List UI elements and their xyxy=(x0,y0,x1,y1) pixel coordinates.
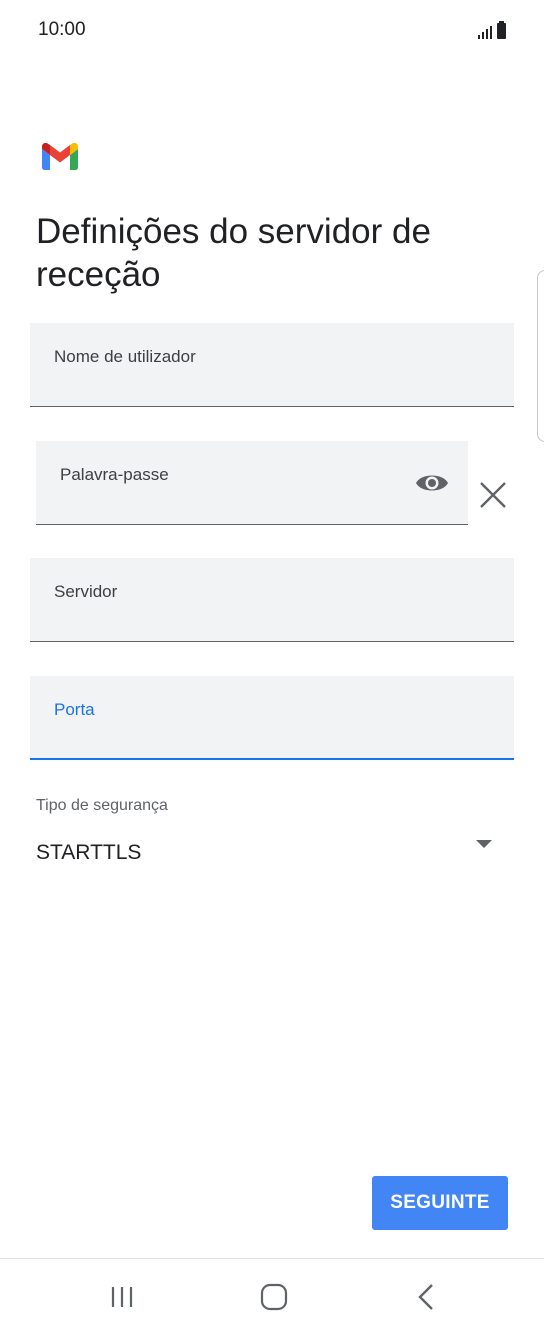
home-icon[interactable] xyxy=(260,1283,288,1311)
navigation-bar xyxy=(0,1258,544,1330)
recents-icon[interactable] xyxy=(110,1286,134,1308)
port-input[interactable] xyxy=(54,724,454,750)
password-label: Palavra-passe xyxy=(60,465,169,484)
status-time: 10:00 xyxy=(38,19,86,40)
password-input[interactable] xyxy=(60,490,408,516)
page-title: Definições do servidor de receção xyxy=(36,212,431,294)
security-type-label: Tipo de segurança xyxy=(36,797,168,814)
username-label: Nome de utilizador xyxy=(54,347,196,366)
username-field[interactable]: Nome de utilizador xyxy=(30,323,514,407)
server-label: Servidor xyxy=(54,582,118,601)
port-label: Porta xyxy=(54,700,95,719)
gmail-logo xyxy=(42,143,78,170)
status-icons xyxy=(478,21,506,39)
server-field[interactable]: Servidor xyxy=(30,558,514,642)
security-type-dropdown[interactable]: STARTTLS xyxy=(36,832,506,876)
back-icon[interactable] xyxy=(414,1283,438,1311)
port-field[interactable]: Porta xyxy=(30,676,514,760)
status-bar: 10:00 xyxy=(0,0,544,62)
security-type-value: STARTTLS xyxy=(36,841,142,864)
next-button[interactable]: SEGUINTE xyxy=(372,1176,508,1230)
signal-icon xyxy=(478,25,492,39)
eye-icon[interactable] xyxy=(414,469,450,497)
edge-panel-handle[interactable] xyxy=(537,270,544,442)
username-input[interactable] xyxy=(54,372,454,398)
password-field[interactable]: Palavra-passe xyxy=(36,441,468,525)
screen: 10:00 Definições do servidor de receção … xyxy=(0,0,544,1330)
server-input[interactable] xyxy=(54,607,454,633)
dropdown-arrow-icon xyxy=(476,840,492,848)
close-icon[interactable] xyxy=(478,480,508,510)
battery-icon xyxy=(497,21,506,39)
